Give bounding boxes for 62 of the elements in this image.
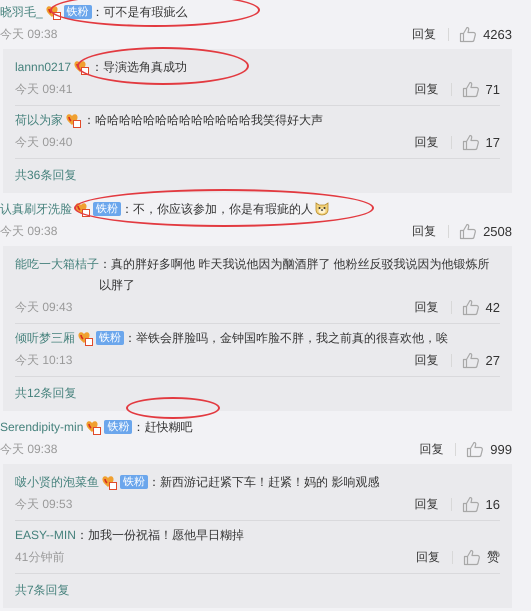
user-name-link[interactable]: EASY--MIN (15, 525, 76, 546)
comment-text: ：导演选角真成功 (91, 60, 188, 74)
user-name-link[interactable]: 能吃一大箱桔子 (15, 254, 99, 275)
like-button[interactable]: 27 (462, 352, 500, 368)
reply-link[interactable]: 回复 (414, 298, 439, 316)
timestamp: 今天 09:38 (0, 26, 58, 42)
thumbs-up-icon (466, 440, 484, 458)
timestamp: 41分钟前 (15, 548, 64, 566)
like-button[interactable]: 16 (462, 496, 500, 512)
like-button[interactable]: 999 (466, 440, 512, 458)
thumbs-up-icon (462, 352, 480, 368)
timestamp: 今天 09:41 (15, 80, 72, 98)
like-button[interactable]: 赞 (463, 548, 500, 566)
more-replies-link[interactable]: 共12条回复 (15, 377, 76, 407)
reply-link[interactable]: 回复 (416, 548, 440, 566)
reply-link[interactable]: 回复 (414, 80, 439, 98)
reply-link[interactable]: 回复 (414, 352, 439, 368)
comment-text: ：赶快糊吧 (132, 420, 192, 434)
user-name-link[interactable]: 晓羽毛_ (0, 2, 43, 23)
comment-text: ：可不是有瑕疵么 (92, 5, 188, 19)
reply-link[interactable]: 回复 (419, 440, 444, 458)
reply-link[interactable]: 回复 (414, 134, 439, 150)
user-name-link[interactable]: 倾听梦三厢 (15, 328, 75, 349)
like-button[interactable]: 4263 (459, 26, 512, 42)
like-button[interactable]: 2508 (459, 222, 512, 240)
thumbs-up-icon (463, 548, 481, 566)
fan-tag: 铁粉 (120, 475, 148, 489)
thumbs-up-icon (462, 80, 480, 98)
timestamp: 今天 09:38 (0, 222, 58, 240)
comment-text: ：哈哈哈哈哈哈哈哈哈哈哈哈哈我笑得好大声 (83, 113, 323, 127)
timestamp: 今天 09:43 (15, 298, 72, 316)
user-name-link[interactable]: 啵小贤的泡菜鱼 (15, 472, 99, 493)
fan-tag: 铁粉 (96, 331, 124, 345)
thumbs-up-icon (459, 26, 478, 42)
more-replies-link[interactable]: 共36条回复 (15, 159, 76, 189)
timestamp: 今天 10:13 (15, 352, 72, 368)
timestamp: 今天 09:40 (15, 134, 72, 150)
fan-tag: 铁粉 (64, 5, 92, 19)
user-name-link[interactable]: Serendipity-min (0, 417, 84, 438)
like-button[interactable]: 17 (462, 134, 500, 150)
like-button[interactable]: 42 (462, 298, 500, 316)
reply-link[interactable]: 回复 (412, 222, 436, 240)
more-replies-link[interactable]: 共7条回复 (15, 574, 70, 604)
reply-link[interactable]: 回复 (414, 496, 439, 512)
user-name-link[interactable]: lannn0217 (15, 57, 72, 78)
user-name-link[interactable]: 荷以为家 (15, 110, 63, 131)
thumbs-up-icon (462, 134, 480, 150)
timestamp: 今天 09:53 (15, 496, 72, 512)
fan-tag: 铁粉 (93, 202, 121, 216)
comment-text: ：新西游记赶紧下车！赶紧！妈的 影响观感 (148, 475, 380, 489)
timestamp: 今天 09:38 (0, 440, 58, 458)
comment-text: ：真的胖好多啊他 昨天我说他因为酗酒胖了 他粉丝反驳我说因为他锻炼所以胖了 (99, 257, 490, 292)
thumbs-up-icon (462, 496, 480, 512)
comment-text: ：举铁会胖脸吗，金钟国咋脸不胖，我之前真的很喜欢他，唉 (124, 331, 448, 345)
like-button[interactable]: 71 (462, 80, 500, 98)
thumbs-up-icon (462, 298, 480, 316)
comment-text: ：加我一份祝福！愿他早日糊掉 (76, 528, 244, 542)
user-name-link[interactable]: 认真刷牙洗脸 (0, 199, 72, 220)
thumbs-up-icon (459, 222, 478, 240)
reply-link[interactable]: 回复 (412, 26, 436, 42)
fan-tag: 铁粉 (104, 420, 132, 434)
comment-text: ：不，你应该参加，你是有瑕疵的人 (121, 202, 313, 216)
